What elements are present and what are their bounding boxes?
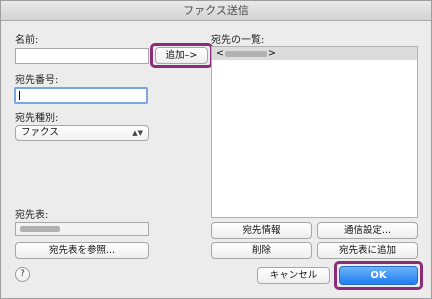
type-select-value: ファクス	[21, 127, 59, 138]
add-to-addressbook-button[interactable]: 宛先表に追加	[317, 242, 418, 259]
text-caret	[19, 91, 20, 100]
name-label: 名前:	[15, 35, 39, 46]
updown-arrows-icon: ▲▼	[132, 129, 143, 137]
window-title: ファクス送信	[1, 1, 431, 21]
type-select[interactable]: ファクス ▲▼	[15, 125, 149, 141]
comm-settings-button[interactable]: 通信設定...	[317, 222, 418, 239]
cancel-button[interactable]: キャンセル	[257, 267, 330, 284]
delete-button[interactable]: 削除	[211, 242, 312, 259]
redacted-text	[224, 50, 267, 57]
recipient-list[interactable]: < >	[211, 46, 418, 218]
browse-addressbook-button[interactable]: 宛先表を参照...	[15, 242, 149, 259]
addressbook-label: 宛先表:	[15, 210, 49, 221]
recipient-info-button[interactable]: 宛先情報	[211, 222, 312, 239]
fax-send-dialog: ファクス送信 名前: 追加–> 宛先番号: 宛先種別: ファクス ▲▼ 宛先の一…	[0, 0, 432, 299]
list-item[interactable]: < >	[212, 47, 417, 60]
ok-button[interactable]: OK	[339, 266, 418, 285]
addressbook-field	[15, 222, 149, 236]
number-field[interactable]	[14, 87, 148, 104]
add-button[interactable]: 追加–>	[155, 47, 208, 64]
name-field[interactable]	[15, 48, 149, 64]
type-label: 宛先種別:	[15, 113, 59, 124]
help-button[interactable]: ?	[15, 267, 30, 282]
list-label: 宛先の一覧:	[211, 35, 265, 46]
number-label: 宛先番号:	[15, 75, 59, 86]
redacted-text	[20, 226, 60, 232]
